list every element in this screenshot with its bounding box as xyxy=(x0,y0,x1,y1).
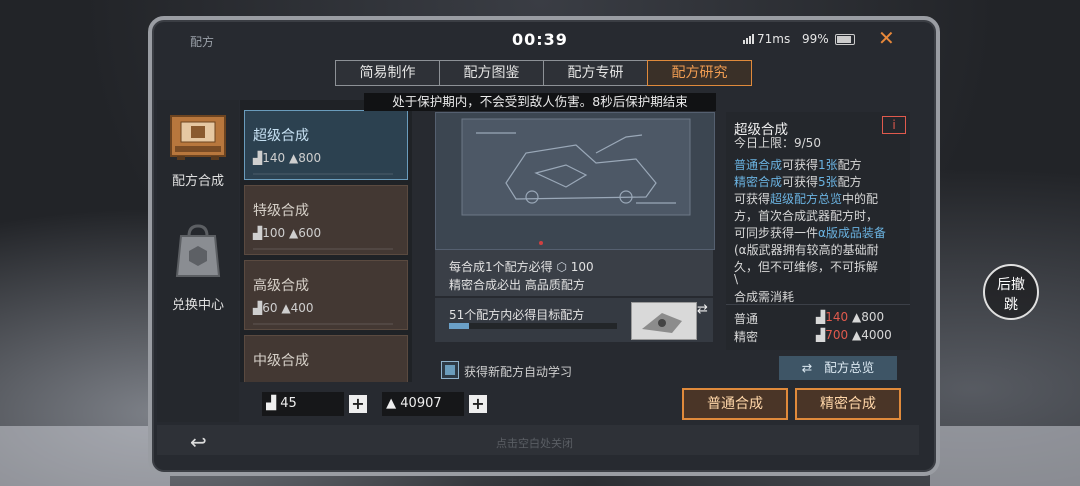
battery-readout: 99% xyxy=(802,32,829,46)
part-icon: ▟ xyxy=(816,310,826,324)
normal-synthesis-button[interactable]: 普通合成 xyxy=(682,388,788,420)
ore-icon: ▲ xyxy=(851,310,862,324)
battery-icon xyxy=(835,34,855,45)
recipe-list: 超级合成 ▟140 ▲800 特级合成 ▟100 ▲600 高级合成 ▟60 ▲… xyxy=(240,100,412,382)
panel-title: 配方 xyxy=(190,35,215,49)
recipe-card-intermediate[interactable]: 中级合成 xyxy=(244,335,408,382)
part-icon: ▟ xyxy=(253,226,263,240)
recipe-card-advanced[interactable]: 高级合成 ▟60 ▲400 xyxy=(244,260,408,330)
desc-line: 精密合成可获得5张配方 xyxy=(734,175,862,189)
tab-recipe-study[interactable]: 配方专研 xyxy=(543,60,648,86)
info-icon[interactable]: i xyxy=(882,116,906,134)
desc-line: \ xyxy=(734,272,739,286)
protection-notice: 处于保护期内，不会受到敌人伤害。8秒后保护期结束 xyxy=(364,93,716,111)
recipe-cost: ▟60 ▲400 xyxy=(253,301,313,315)
sidebar-item-exchange[interactable]: 兑换中心 xyxy=(157,294,239,313)
sidebar: 配方合成 兑换中心 xyxy=(157,100,239,422)
desc-line: (α版武器拥有较高的基础耐 xyxy=(734,243,879,257)
recipe-name: 超级合成 xyxy=(253,128,309,144)
precise-cost: ▟700 ▲4000 xyxy=(816,328,892,342)
parts-count: 45 xyxy=(280,396,297,411)
cost-ore: 600 xyxy=(298,226,322,240)
cost-ore: 400 xyxy=(290,301,314,315)
background-stripe xyxy=(0,426,170,486)
desc-line: 可获得超级配方总览中的配 xyxy=(734,192,879,206)
ore-icon: ▲ xyxy=(851,328,862,342)
overview-label: 配方总览 xyxy=(824,360,875,375)
consume-title: 合成需消耗 xyxy=(734,290,795,304)
auto-learn-label: 获得新配方自动学习 xyxy=(464,365,573,379)
recipe-overview-button[interactable]: ⇄ 配方总览 xyxy=(779,356,897,380)
recipe-description: 超级合成 i 今日上限：9/50 普通合成可获得1张配方 精密合成可获得5张配方… xyxy=(726,112,910,350)
ore-icon: ▲ xyxy=(288,151,299,165)
ore-icon: ▲ xyxy=(288,226,299,240)
part-icon: ▟ xyxy=(816,328,826,342)
auto-learn-checkbox[interactable] xyxy=(441,361,459,379)
normal-label: 普通 xyxy=(734,312,759,326)
blueprint-preview xyxy=(435,112,715,250)
recipe-name: 特级合成 xyxy=(253,203,309,219)
parts-resource: ▟ 45 xyxy=(262,392,344,416)
swap-icon: ⇄ xyxy=(801,360,813,375)
recipe-card-super[interactable]: 超级合成 ▟140 ▲800 xyxy=(244,110,408,180)
sidebar-item-synthesis[interactable]: 配方合成 xyxy=(157,170,239,189)
card-divider xyxy=(253,173,393,175)
card-divider xyxy=(253,248,393,250)
recipe-name: 中级合成 xyxy=(253,353,309,369)
desc-line: 方，首次合成武器配方时， xyxy=(734,209,879,223)
synth-machine-icon xyxy=(167,112,229,162)
part-icon: ▟ xyxy=(253,301,263,315)
target-recipe-thumbnail[interactable] xyxy=(631,302,697,340)
swap-icon[interactable]: ⇄ xyxy=(697,302,708,317)
back-jump-label-1: 后撤 xyxy=(997,277,1025,293)
cost-ore: 800 xyxy=(298,151,322,165)
back-jump-label-2: 跳 xyxy=(1004,297,1018,313)
ore-count: 40907 xyxy=(400,396,442,411)
ore-icon: ▲ xyxy=(281,301,291,315)
back-icon[interactable]: ↩ xyxy=(190,430,207,454)
recipe-card-special[interactable]: 特级合成 ▟100 ▲600 xyxy=(244,185,408,255)
desc-line: 久，但不可维修，不可拆解 xyxy=(734,260,879,274)
footer-hint[interactable]: 点击空白处关闭 xyxy=(496,435,573,451)
part-icon: ▟ xyxy=(253,151,263,165)
part-icon: ▟ xyxy=(266,396,277,411)
guarantee-line-2: 精密合成必出 高品质配方 xyxy=(449,278,585,292)
guarantee-info: 每合成1个配方必得 ⬡ 100 精密合成必出 高品质配方 xyxy=(435,250,713,296)
tab-recipe-codex[interactable]: 配方图鉴 xyxy=(439,60,544,86)
close-icon[interactable]: ✕ xyxy=(878,26,895,50)
ping-readout: 71ms xyxy=(757,32,791,46)
precise-synthesis-button[interactable]: 精密合成 xyxy=(795,388,901,420)
normal-cost: ▟140 ▲800 xyxy=(816,310,885,324)
cost-parts: 100 xyxy=(262,226,286,240)
match-timer: 00:39 xyxy=(512,30,568,49)
guarantee-line-1: 每合成1个配方必得 ⬡ 100 xyxy=(449,260,594,274)
cost-parts: 60 xyxy=(262,301,278,315)
daily-limit: 今日上限：9/50 xyxy=(734,136,821,150)
desc-line: 可同步获得一件α版成品装备 xyxy=(734,226,886,240)
signal-icon xyxy=(743,34,755,44)
precise-label: 精密 xyxy=(734,330,759,344)
target-progress-fill xyxy=(449,323,470,329)
target-progress-bar xyxy=(449,323,617,329)
add-parts-button[interactable]: + xyxy=(349,395,367,413)
target-progress-panel: 51个配方内必得目标配方 ⇄ xyxy=(435,298,713,342)
ore-icon: ▲ xyxy=(386,396,397,411)
cost-parts: 140 xyxy=(262,151,286,165)
recipe-cost: ▟140 ▲800 xyxy=(253,151,321,165)
hex-token-icon: ⬡ xyxy=(556,260,567,274)
desc-line: 普通合成可获得1张配方 xyxy=(734,158,862,172)
shop-bag-icon xyxy=(175,224,221,278)
divider xyxy=(726,304,910,305)
back-jump-button[interactable]: 后撤 跳 xyxy=(983,264,1039,320)
card-divider xyxy=(253,323,393,325)
add-ore-button[interactable]: + xyxy=(469,395,487,413)
recipe-cost: ▟100 ▲600 xyxy=(253,226,321,240)
recipe-name: 高级合成 xyxy=(253,278,309,294)
tab-recipe-research[interactable]: 配方研究 xyxy=(647,60,752,86)
background-stripe xyxy=(930,426,1080,486)
ore-resource: ▲ 40907 xyxy=(382,392,464,416)
target-text: 51个配方内必得目标配方 xyxy=(449,308,585,322)
tab-simple-craft[interactable]: 简易制作 xyxy=(335,60,440,86)
